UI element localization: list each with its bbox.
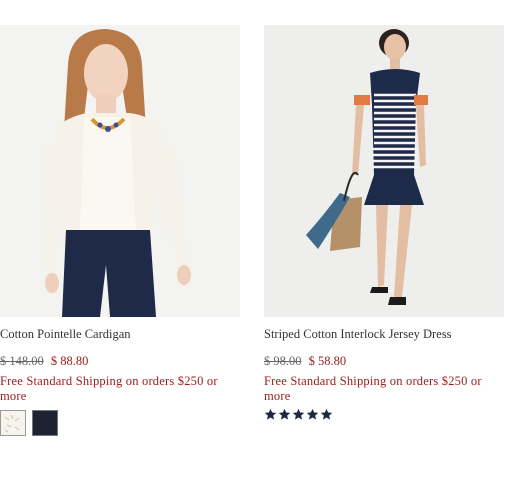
product-image-cardigan[interactable]: [0, 25, 240, 317]
star-rating[interactable]: [264, 408, 504, 421]
product-grid: Cotton Pointelle Cardigan $ 148.00 $ 88.…: [0, 0, 506, 482]
product-card-dress[interactable]: Striped Cotton Interlock Jersey Dress $ …: [264, 25, 504, 421]
model-photo-cardigan: [0, 25, 240, 317]
price-row: $ 98.00 $ 58.80: [264, 353, 504, 369]
product-name[interactable]: Cotton Pointelle Cardigan: [0, 326, 240, 342]
star-icon: [320, 408, 333, 420]
color-swatches: [0, 410, 240, 436]
shipping-promo: Free Standard Shipping on orders $250 or…: [0, 374, 218, 403]
star-icon: [278, 408, 291, 420]
swatch-ivory-texture: [4, 414, 20, 433]
star-icon: [264, 408, 277, 420]
star-icon: [292, 408, 305, 420]
sale-price: $ 88.80: [50, 354, 89, 368]
star-icon: [306, 408, 319, 420]
model-photo-dress: [264, 25, 504, 317]
sale-price: $ 58.80: [308, 354, 347, 368]
product-card-cardigan[interactable]: Cotton Pointelle Cardigan $ 148.00 $ 88.…: [0, 25, 240, 436]
original-price: $ 98.00: [264, 354, 302, 368]
original-price: $ 148.00: [0, 354, 44, 368]
product-image-dress[interactable]: [264, 25, 504, 317]
shipping-promo: Free Standard Shipping on orders $250 or…: [264, 374, 482, 403]
price-row: $ 148.00 $ 88.80: [0, 353, 240, 369]
swatch-navy[interactable]: [32, 410, 58, 436]
swatch-ivory[interactable]: [0, 410, 26, 436]
product-name[interactable]: Striped Cotton Interlock Jersey Dress: [264, 326, 504, 342]
